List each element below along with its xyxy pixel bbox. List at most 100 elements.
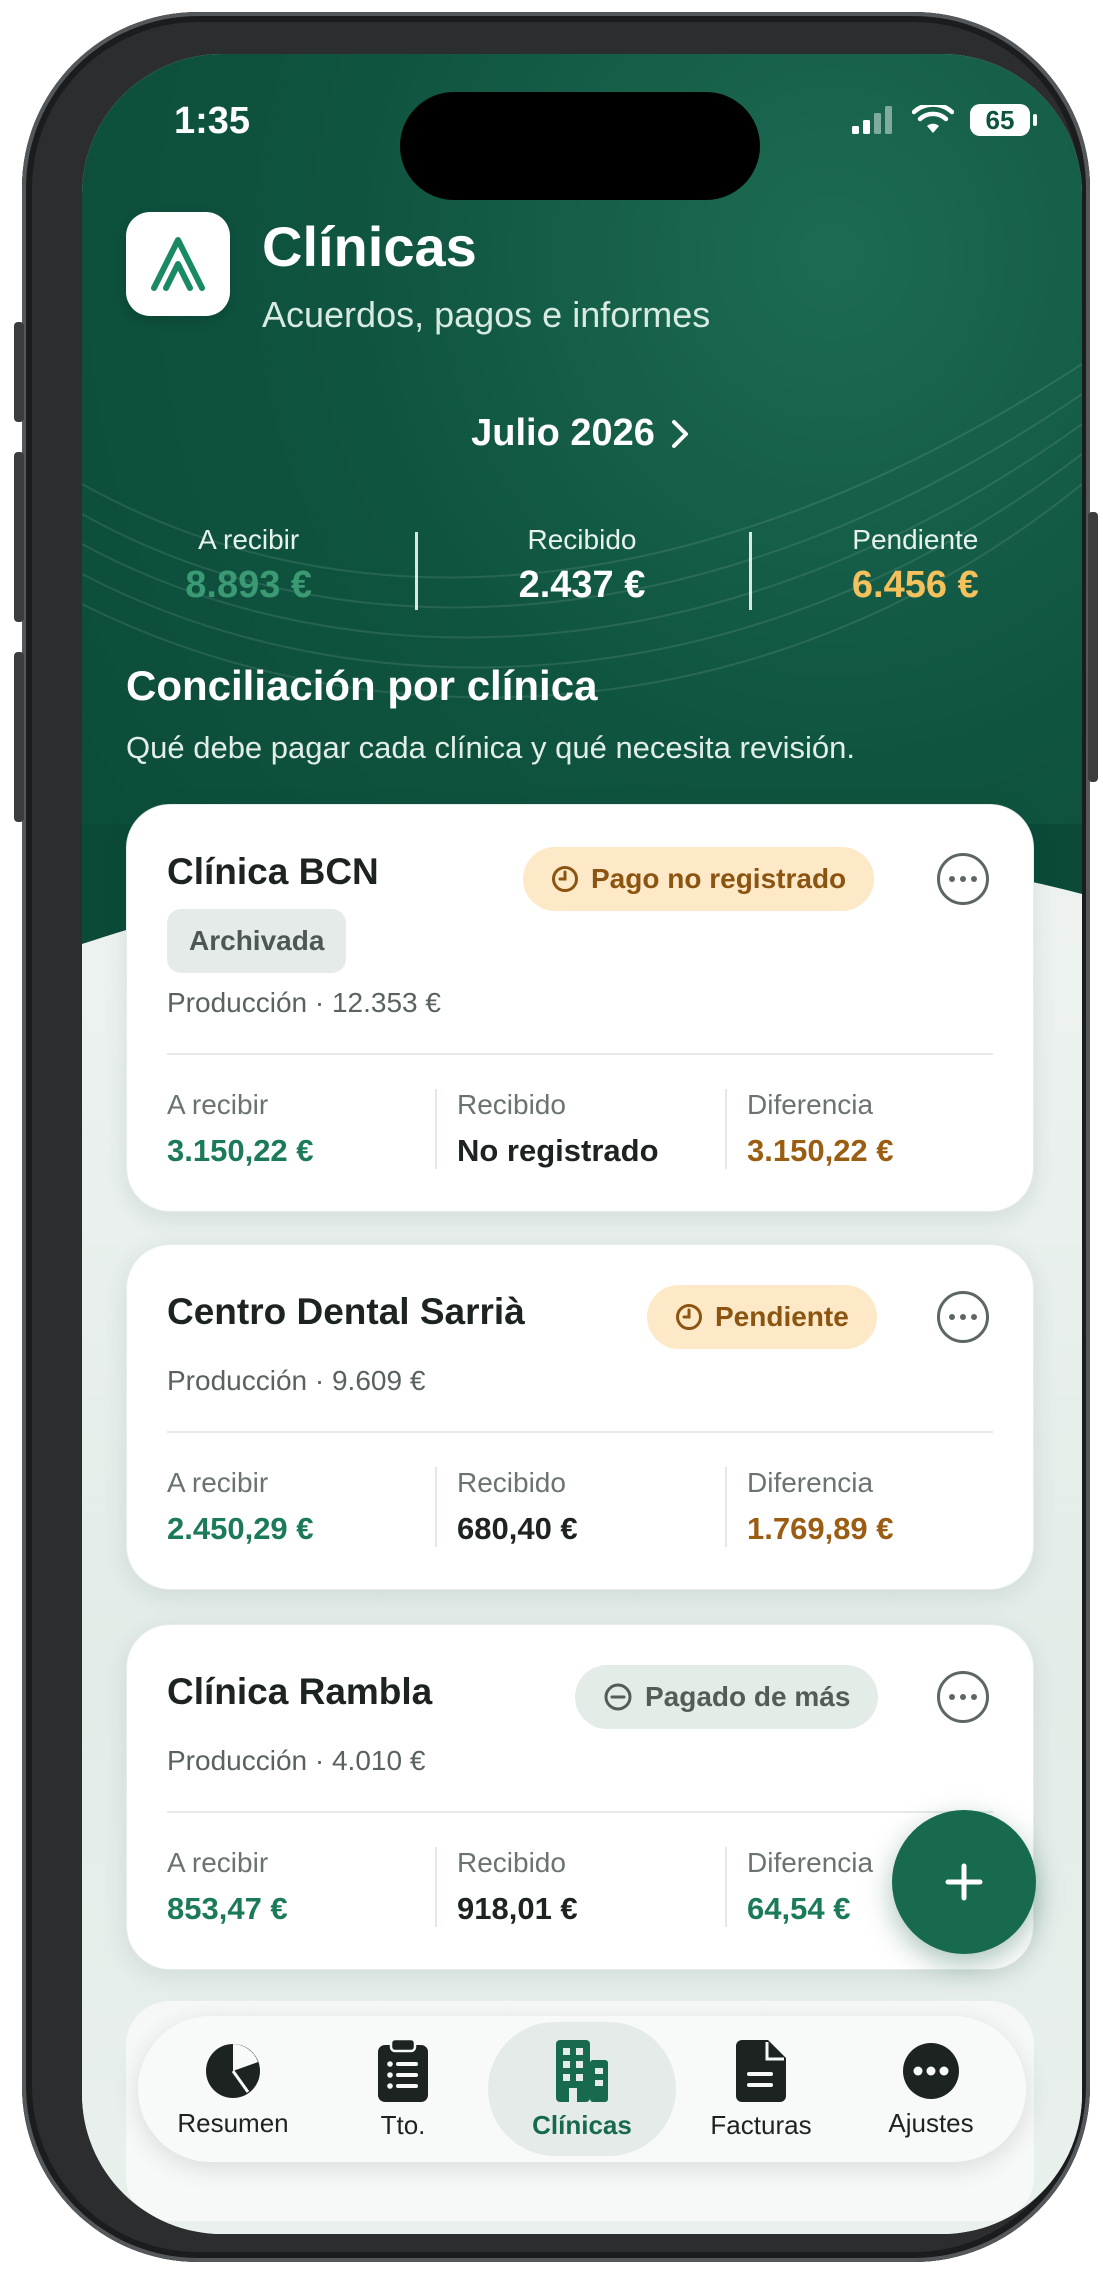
minus-circle-icon	[604, 1683, 632, 1711]
production-total: Producción · 4.010 €	[167, 1745, 426, 1776]
stat-value: 1.769,89 €	[747, 1511, 894, 1546]
clinic-name: Clínica Rambla	[167, 1671, 433, 1712]
stat-diferencia: Diferencia 1.769,89 €	[725, 1467, 993, 1547]
chevron-right-icon[interactable]	[669, 417, 693, 451]
summary-label: A recibir	[198, 524, 300, 555]
section-title: Conciliación por clínica	[126, 662, 598, 709]
add-button[interactable]	[892, 1810, 1036, 1954]
tab-label: Facturas	[710, 2109, 812, 2140]
stat-a-recibir: A recibir 2.450,29 €	[167, 1467, 435, 1547]
month-summary: A recibir 8.893 € Recibido 2.437 € Pendi…	[82, 524, 1082, 610]
more-options-button[interactable]	[937, 853, 989, 905]
status-badge: Pendiente	[647, 1285, 877, 1349]
clock-icon	[676, 1304, 702, 1330]
phone-frame: 1:35 65 Clínicas Acuerdos, pagos e infor…	[14, 12, 1098, 2262]
clinic-name: Centro Dental Sarrià	[167, 1291, 525, 1332]
stat-label: Diferencia	[747, 1089, 874, 1120]
stat-recibido: Recibido 680,40 €	[435, 1467, 725, 1547]
summary-value: 2.437 €	[518, 564, 646, 606]
card-divider	[167, 1811, 993, 1813]
card-divider	[167, 1053, 993, 1055]
archived-chip: Archivada	[167, 909, 347, 973]
more-icon	[903, 2042, 959, 2099]
month-label: Julio 2026	[471, 412, 655, 454]
card-stats: A recibir 853,47 € Recibido 918,01 € Dif…	[167, 1847, 993, 1927]
tab-ajustes[interactable]: Ajustes	[846, 2022, 1016, 2156]
card-stats: A recibir 3.150,22 € Recibido No registr…	[167, 1089, 993, 1169]
stat-diferencia: Diferencia 3.150,22 €	[725, 1089, 993, 1169]
tab-label: Clínicas	[532, 2109, 632, 2140]
tab-tto[interactable]: Tto.	[318, 2022, 488, 2156]
summary-pendiente: Pendiente 6.456 €	[748, 524, 1082, 610]
tab-facturas[interactable]: Facturas	[676, 2022, 846, 2156]
stat-value: 918,01 €	[457, 1891, 578, 1926]
volume-up-button	[14, 452, 24, 622]
production-total: Producción · 12.353 €	[167, 987, 441, 1018]
stat-label: Recibido	[457, 1847, 566, 1878]
clinic-name: Clínica BCN	[167, 851, 379, 892]
tab-label: Tto.	[380, 2109, 426, 2140]
clinic-card[interactable]: Clínica BCN Pago no registrado Archivada…	[126, 804, 1034, 1212]
stat-value: 680,40 €	[457, 1511, 578, 1546]
tab-clinicas[interactable]: Clínicas	[488, 2022, 676, 2156]
stat-value: 3.150,22 €	[747, 1133, 894, 1168]
page-title: Clínicas	[262, 215, 477, 278]
more-options-button[interactable]	[937, 1671, 989, 1723]
pie-chart-icon	[206, 2043, 260, 2098]
stat-label: A recibir	[167, 1847, 269, 1878]
status-label: Pago no registrado	[591, 863, 847, 894]
plus-icon	[945, 1863, 983, 1901]
document-icon	[736, 2039, 786, 2102]
status-icons: 65	[852, 104, 1037, 136]
production-total: Producción · 9.609 €	[167, 1365, 426, 1396]
stat-value: 853,47 €	[167, 1891, 288, 1926]
wifi-icon	[912, 105, 954, 133]
status-label: Pendiente	[715, 1301, 849, 1332]
tab-label: Resumen	[177, 2107, 289, 2138]
power-button	[1088, 512, 1098, 782]
summary-label: Recibido	[527, 524, 637, 555]
clinic-card[interactable]: Clínica Rambla Pagado de más Producción …	[126, 1624, 1034, 1970]
summary-value: 6.456 €	[851, 564, 979, 606]
stat-value: No registrado	[457, 1133, 659, 1168]
screen: 1:35 65 Clínicas Acuerdos, pagos e infor…	[82, 54, 1082, 2234]
month-selector[interactable]: Julio 2026	[82, 412, 1082, 455]
stat-label: A recibir	[167, 1089, 269, 1120]
stat-a-recibir: A recibir 3.150,22 €	[167, 1089, 435, 1169]
clipboard-list-icon	[378, 2037, 428, 2102]
stat-value: 3.150,22 €	[167, 1133, 314, 1168]
summary-label: Pendiente	[852, 524, 979, 555]
dynamic-island	[400, 92, 760, 200]
volume-down-button	[14, 652, 24, 822]
more-options-button[interactable]	[937, 1291, 989, 1343]
stat-recibido: Recibido No registrado	[435, 1089, 725, 1169]
stat-label: Recibido	[457, 1467, 566, 1498]
stat-recibido: Recibido 918,01 €	[435, 1847, 725, 1927]
page-subtitle: Acuerdos, pagos e informes	[262, 294, 711, 335]
app-logo	[126, 212, 230, 316]
battery-indicator: 65	[970, 104, 1037, 136]
stat-label: Recibido	[457, 1089, 566, 1120]
summary-recibido: Recibido 2.437 €	[415, 524, 748, 610]
signal-icon	[852, 106, 892, 134]
summary-value: 8.893 €	[185, 564, 313, 606]
status-badge: Pagado de más	[575, 1665, 879, 1729]
stat-label: A recibir	[167, 1467, 269, 1498]
status-time: 1:35	[174, 100, 251, 142]
card-divider	[167, 1431, 993, 1433]
stat-label: Diferencia	[747, 1467, 874, 1498]
building-icon	[556, 2039, 608, 2102]
stat-a-recibir: A recibir 853,47 €	[167, 1847, 435, 1927]
tab-label: Ajustes	[888, 2107, 974, 2138]
card-stats: A recibir 2.450,29 € Recibido 680,40 € D…	[167, 1467, 993, 1547]
stat-value: 2.450,29 €	[167, 1511, 314, 1546]
status-badge: Pago no registrado	[523, 847, 875, 911]
summary-a-recibir: A recibir 8.893 €	[82, 524, 415, 607]
tab-resumen[interactable]: Resumen	[148, 2022, 318, 2156]
section-subtitle: Qué debe pagar cada clínica y qué necesi…	[126, 730, 855, 765]
status-label: Pagado de más	[645, 1681, 851, 1712]
clinic-card[interactable]: Centro Dental Sarrià Pendiente Producció…	[126, 1244, 1034, 1590]
decorative-curves	[82, 363, 1082, 699]
logo-icon	[151, 237, 205, 291]
clock-icon	[552, 866, 578, 892]
